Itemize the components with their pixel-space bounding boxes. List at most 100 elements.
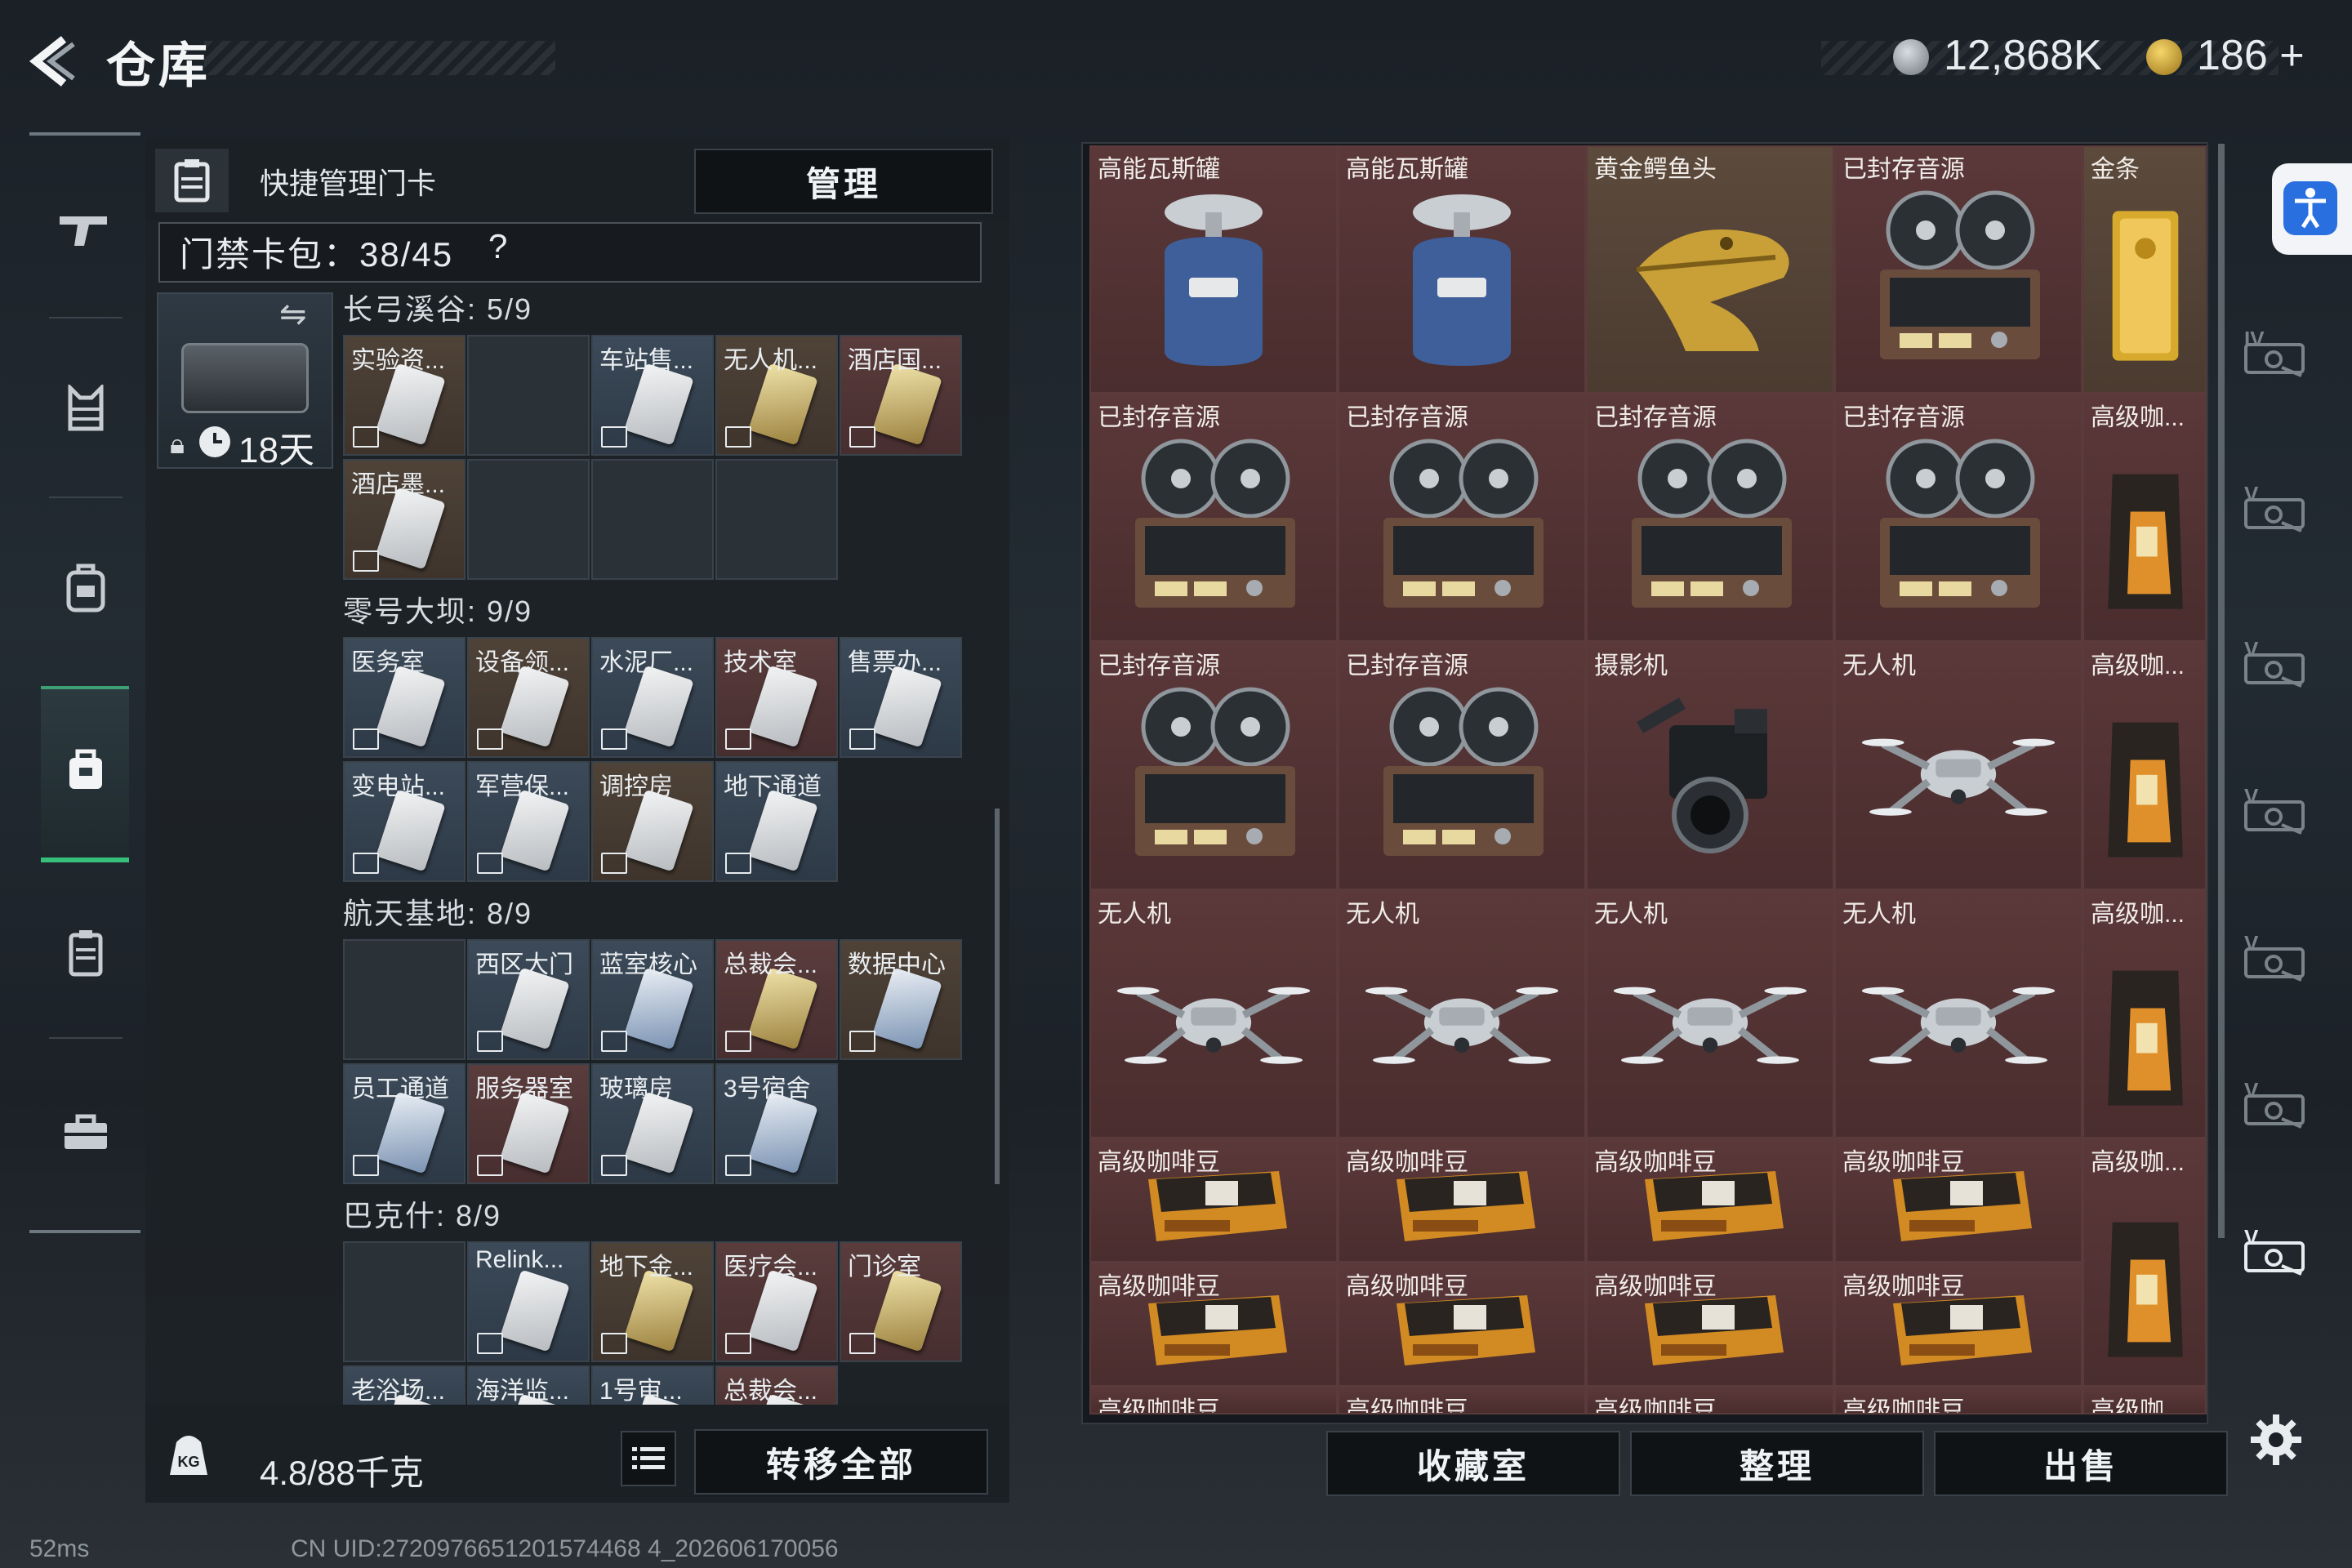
storage-tab-icon[interactable]: V xyxy=(2243,784,2308,835)
keycard-slot[interactable]: 地下通道 xyxy=(715,761,838,882)
keycard-slot[interactable]: 西区大门 xyxy=(467,939,590,1060)
storage-item-slot[interactable]: 已封存音源 xyxy=(1338,394,1586,642)
coffeebag-item-image xyxy=(2100,693,2190,876)
storage-item-slot[interactable]: 高级咖啡豆 xyxy=(1834,1263,2082,1387)
keycard-slot[interactable]: 员工通道 xyxy=(343,1063,466,1184)
storage-tab-icon[interactable]: V xyxy=(2243,637,2308,688)
keycard-slot[interactable]: 设备领... xyxy=(467,637,590,758)
storage-item-slot[interactable]: 金条 xyxy=(2082,145,2207,394)
storage-item-slot[interactable]: 高级咖啡豆 xyxy=(1834,1138,2082,1263)
unavailable-slot-icon xyxy=(725,1155,751,1176)
storage-item-slot[interactable]: 已封存音源 xyxy=(1586,394,1834,642)
empty-keycard-slot[interactable] xyxy=(467,335,590,456)
nav-backpack-icon[interactable] xyxy=(41,547,131,629)
empty-keycard-slot[interactable] xyxy=(467,459,590,580)
storage-tab-icon[interactable]: V xyxy=(2243,482,2308,532)
manage-button[interactable]: 管理 xyxy=(694,149,993,214)
storage-item-label: 已封存音源 xyxy=(1346,653,1468,679)
swap-icon[interactable]: ⇋ xyxy=(279,296,307,333)
storage-tab-label: IV xyxy=(2244,327,2265,351)
keycard-slot[interactable]: 酒店国... xyxy=(840,335,962,456)
keycard-slot[interactable]: 变电站... xyxy=(343,761,466,882)
keycard-slot[interactable]: 门诊室 xyxy=(840,1241,962,1362)
storage-item-slot[interactable]: 无人机 xyxy=(1338,890,1586,1138)
keycard-slot[interactable]: 车站售... xyxy=(591,335,714,456)
storage-item-slot[interactable]: 高能瓦斯罐 xyxy=(1338,145,1586,394)
keycard-slot[interactable]: 医疗会... xyxy=(715,1241,838,1362)
keycard-slot[interactable]: 无人机... xyxy=(715,335,838,456)
storage-item-slot[interactable]: 高级咖... xyxy=(2082,1138,2207,1387)
keycard-slot[interactable]: Relink... xyxy=(467,1241,590,1362)
keycard-slot[interactable]: 蓝室核心 xyxy=(591,939,714,1060)
storage-item-slot[interactable]: 无人机 xyxy=(1089,890,1338,1138)
nav-armor-icon[interactable] xyxy=(41,368,131,449)
storage-item-slot[interactable]: 黄金鳄鱼头 xyxy=(1586,145,1834,394)
storage-tab-icon[interactable]: V xyxy=(2243,1225,2308,1276)
storage-tab-icon[interactable]: V xyxy=(2243,931,2308,982)
storage-item-slot[interactable]: 高级咖... xyxy=(2082,890,2207,1138)
premium-currency-button[interactable]: 186 + xyxy=(2197,31,2305,80)
keycard-slot[interactable]: 水泥厂... xyxy=(591,637,714,758)
storage-item-slot[interactable]: 已封存音源 xyxy=(1089,394,1338,642)
storage-tab-icon[interactable]: IV xyxy=(2243,327,2308,377)
keycard-slot[interactable]: 军营保... xyxy=(467,761,590,882)
storage-item-slot[interactable]: 高级咖... xyxy=(2082,1387,2207,1414)
keycard-slot[interactable]: 3号宿舍 xyxy=(715,1063,838,1184)
storage-item-slot[interactable]: 无人机 xyxy=(1834,890,2082,1138)
storage-item-slot[interactable]: 高级咖... xyxy=(2082,642,2207,890)
keycard-scrollbar[interactable] xyxy=(995,808,1000,1184)
storage-scrollbar[interactable] xyxy=(2218,144,2225,1238)
storage-item-slot[interactable]: 高级咖... xyxy=(2082,394,2207,642)
storage-item-slot[interactable]: 高级咖啡豆 xyxy=(1834,1387,2082,1414)
sort-button[interactable]: 整理 xyxy=(1630,1431,1924,1496)
move-all-button[interactable]: 转移全部 xyxy=(694,1429,988,1494)
storage-item-slot[interactable]: 高能瓦斯罐 xyxy=(1089,145,1338,394)
nav-briefcase-icon[interactable] xyxy=(41,1091,131,1173)
keycard-slot[interactable]: 地下金... xyxy=(591,1241,714,1362)
empty-keycard-slot[interactable] xyxy=(343,939,466,1060)
sell-button[interactable]: 出售 xyxy=(1934,1431,2228,1496)
storage-item-slot[interactable]: 高级咖啡豆 xyxy=(1338,1263,1586,1387)
empty-keycard-slot[interactable] xyxy=(715,459,838,580)
storage-item-slot[interactable]: 已封存音源 xyxy=(1089,642,1338,890)
storage-item-slot[interactable]: 无人机 xyxy=(1586,890,1834,1138)
storage-item-slot[interactable]: 无人机 xyxy=(1834,642,2082,890)
keycard-slot[interactable]: 服务器室 xyxy=(467,1063,590,1184)
empty-keycard-slot[interactable] xyxy=(591,459,714,580)
collection-room-button[interactable]: 收藏室 xyxy=(1326,1431,1620,1496)
keycard-slot[interactable]: 医务室 xyxy=(343,637,466,758)
storage-item-slot[interactable]: 高级咖啡豆 xyxy=(1338,1138,1586,1263)
keycard-label: 海洋监... xyxy=(475,1378,570,1405)
storage-item-slot[interactable]: 高级咖啡豆 xyxy=(1089,1263,1338,1387)
storage-item-slot[interactable]: 摄影机 xyxy=(1586,642,1834,890)
keycard-slot[interactable]: 酒店墨... xyxy=(343,459,466,580)
storage-item-slot[interactable]: 高级咖啡豆 xyxy=(1089,1138,1338,1263)
keycard-slot[interactable]: 数据中心 xyxy=(840,939,962,1060)
storage-item-slot[interactable]: 已封存音源 xyxy=(1338,642,1586,890)
list-view-icon[interactable] xyxy=(621,1431,676,1486)
network-ping: 52ms xyxy=(29,1535,90,1562)
storage-item-label: 高能瓦斯罐 xyxy=(1346,156,1468,183)
nav-weapon-icon[interactable] xyxy=(41,188,131,270)
storage-tab-icon[interactable]: V xyxy=(2243,1078,2308,1129)
storage-item-slot[interactable]: 已封存音源 xyxy=(1834,145,2082,394)
storage-item-slot[interactable]: 高级咖啡豆 xyxy=(1089,1387,1338,1414)
back-arrow-icon[interactable] xyxy=(24,33,82,90)
storage-item-slot[interactable]: 已封存音源 xyxy=(1834,394,2082,642)
keycard-slot[interactable]: 售票办... xyxy=(840,637,962,758)
storage-item-slot[interactable]: 高级咖啡豆 xyxy=(1338,1387,1586,1414)
accessibility-icon[interactable] xyxy=(2283,181,2337,235)
keycard-slot[interactable]: 技术室 xyxy=(715,637,838,758)
keycard-slot[interactable]: 玻璃房 xyxy=(591,1063,714,1184)
keycard-slot[interactable]: 总裁会... xyxy=(715,939,838,1060)
storage-item-slot[interactable]: 高级咖啡豆 xyxy=(1586,1387,1834,1414)
settings-gear-icon[interactable] xyxy=(2247,1411,2305,1468)
nav-keycard-icon[interactable] xyxy=(41,911,131,993)
storage-item-slot[interactable]: 高级咖啡豆 xyxy=(1586,1263,1834,1387)
nav-storage-icon[interactable] xyxy=(41,728,131,810)
keycard-slot[interactable]: 实验资... xyxy=(343,335,466,456)
help-button[interactable]: ? xyxy=(488,227,507,266)
keycard-slot[interactable]: 调控房 xyxy=(591,761,714,882)
empty-keycard-slot[interactable] xyxy=(343,1241,466,1362)
storage-item-slot[interactable]: 高级咖啡豆 xyxy=(1586,1138,1834,1263)
